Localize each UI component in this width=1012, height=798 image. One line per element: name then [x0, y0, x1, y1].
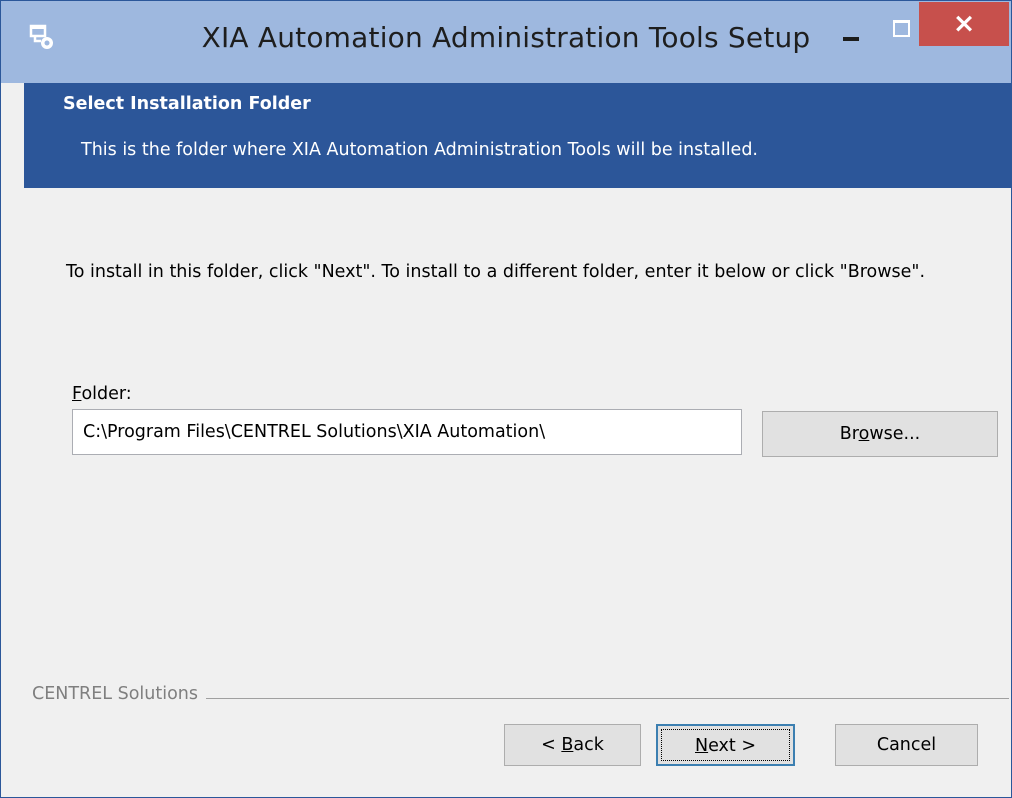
instructions-text: To install in this folder, click "Next".… [66, 262, 926, 282]
browse-label-accel: o [858, 424, 870, 444]
folder-path-input[interactable] [72, 409, 742, 455]
title-bar[interactable]: XIA Automation Administration Tools Setu… [1, 1, 1011, 83]
folder-label-rest: older: [81, 384, 132, 404]
back-label-prefix: < [541, 735, 562, 755]
close-button[interactable]: × [919, 2, 1009, 46]
folder-label: Folder: [72, 384, 132, 404]
cancel-button[interactable]: Cancel [835, 724, 978, 766]
close-icon: × [952, 8, 976, 39]
vendor-label: CENTREL Solutions [32, 684, 206, 704]
minimize-button[interactable] [829, 13, 875, 49]
browse-button[interactable]: Browse... [762, 411, 998, 457]
page-title: Select Installation Folder [63, 94, 311, 114]
setup-window: XIA Automation Administration Tools Setu… [0, 0, 1012, 798]
back-label-accel: B [561, 735, 574, 755]
back-button[interactable]: < Back [504, 724, 641, 766]
maximize-button[interactable] [877, 13, 923, 49]
focus-rectangle [661, 729, 790, 761]
browse-label-prefix: Br [839, 424, 859, 444]
browse-label-rest: wse... [869, 424, 921, 444]
next-button[interactable]: Next > [656, 724, 795, 766]
page-subtitle: This is the folder where XIA Automation … [81, 140, 758, 160]
wizard-header: Select Installation Folder This is the f… [24, 83, 1011, 188]
back-label-rest: ack [573, 735, 604, 755]
